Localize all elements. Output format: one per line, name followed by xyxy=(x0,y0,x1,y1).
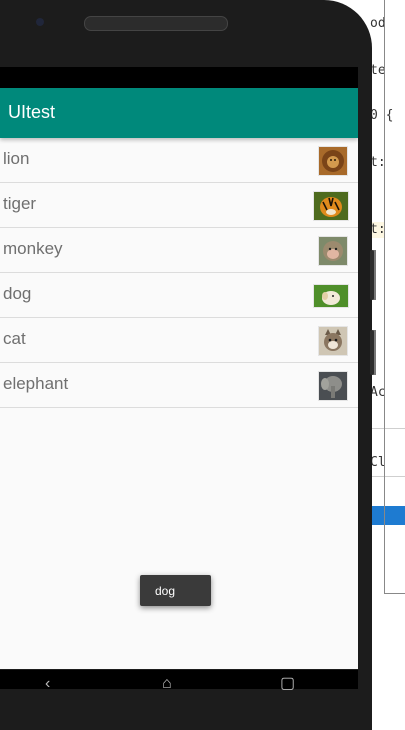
app-title: UItest xyxy=(8,102,56,122)
list-item[interactable]: dog xyxy=(0,273,358,318)
monkey-photo-icon xyxy=(318,236,348,266)
list-item[interactable]: monkey xyxy=(0,228,358,273)
ide-panel-border xyxy=(384,0,385,594)
elephant-photo-icon xyxy=(318,371,348,401)
app-bar: UItest xyxy=(0,88,358,138)
ide-code-line: 0 { xyxy=(370,108,394,123)
recents-icon[interactable]: ▢ xyxy=(280,676,295,692)
animal-list: lion tiger monkey dog cat elephant xyxy=(0,138,358,408)
ide-divider xyxy=(370,476,405,477)
earpiece-speaker xyxy=(84,16,228,31)
dog-photo-icon xyxy=(313,284,349,308)
list-item-label: elephant xyxy=(3,374,69,393)
toast-message: dog xyxy=(140,575,211,606)
back-icon[interactable]: ‹ xyxy=(45,676,50,692)
front-camera xyxy=(36,18,44,26)
list-item-label: lion xyxy=(3,149,30,168)
ide-selected-row[interactable] xyxy=(370,506,405,525)
list-item[interactable]: tiger xyxy=(0,183,358,228)
home-icon[interactable]: ⌂ xyxy=(162,676,172,692)
list-item-label: monkey xyxy=(3,239,63,258)
list-item-label: cat xyxy=(3,329,26,348)
list-item[interactable]: lion xyxy=(0,138,358,183)
tiger-photo-icon xyxy=(313,191,349,221)
status-bar xyxy=(0,67,358,88)
list-item-label: tiger xyxy=(3,194,37,213)
phone-screen: UItest lion tiger monkey dog cat elephan… xyxy=(0,67,358,669)
ide-panel-border xyxy=(384,593,405,594)
list-item[interactable]: cat xyxy=(0,318,358,363)
power-button[interactable] xyxy=(370,330,374,375)
volume-button[interactable] xyxy=(370,250,374,300)
list-item[interactable]: elephant xyxy=(0,363,358,408)
list-item-label: dog xyxy=(3,284,32,303)
toast-text: dog xyxy=(155,584,176,598)
navigation-bar: ‹ ⌂ ▢ xyxy=(0,670,358,692)
ide-divider xyxy=(370,428,405,429)
lion-photo-icon xyxy=(318,146,348,176)
cat-photo-icon xyxy=(318,326,348,356)
